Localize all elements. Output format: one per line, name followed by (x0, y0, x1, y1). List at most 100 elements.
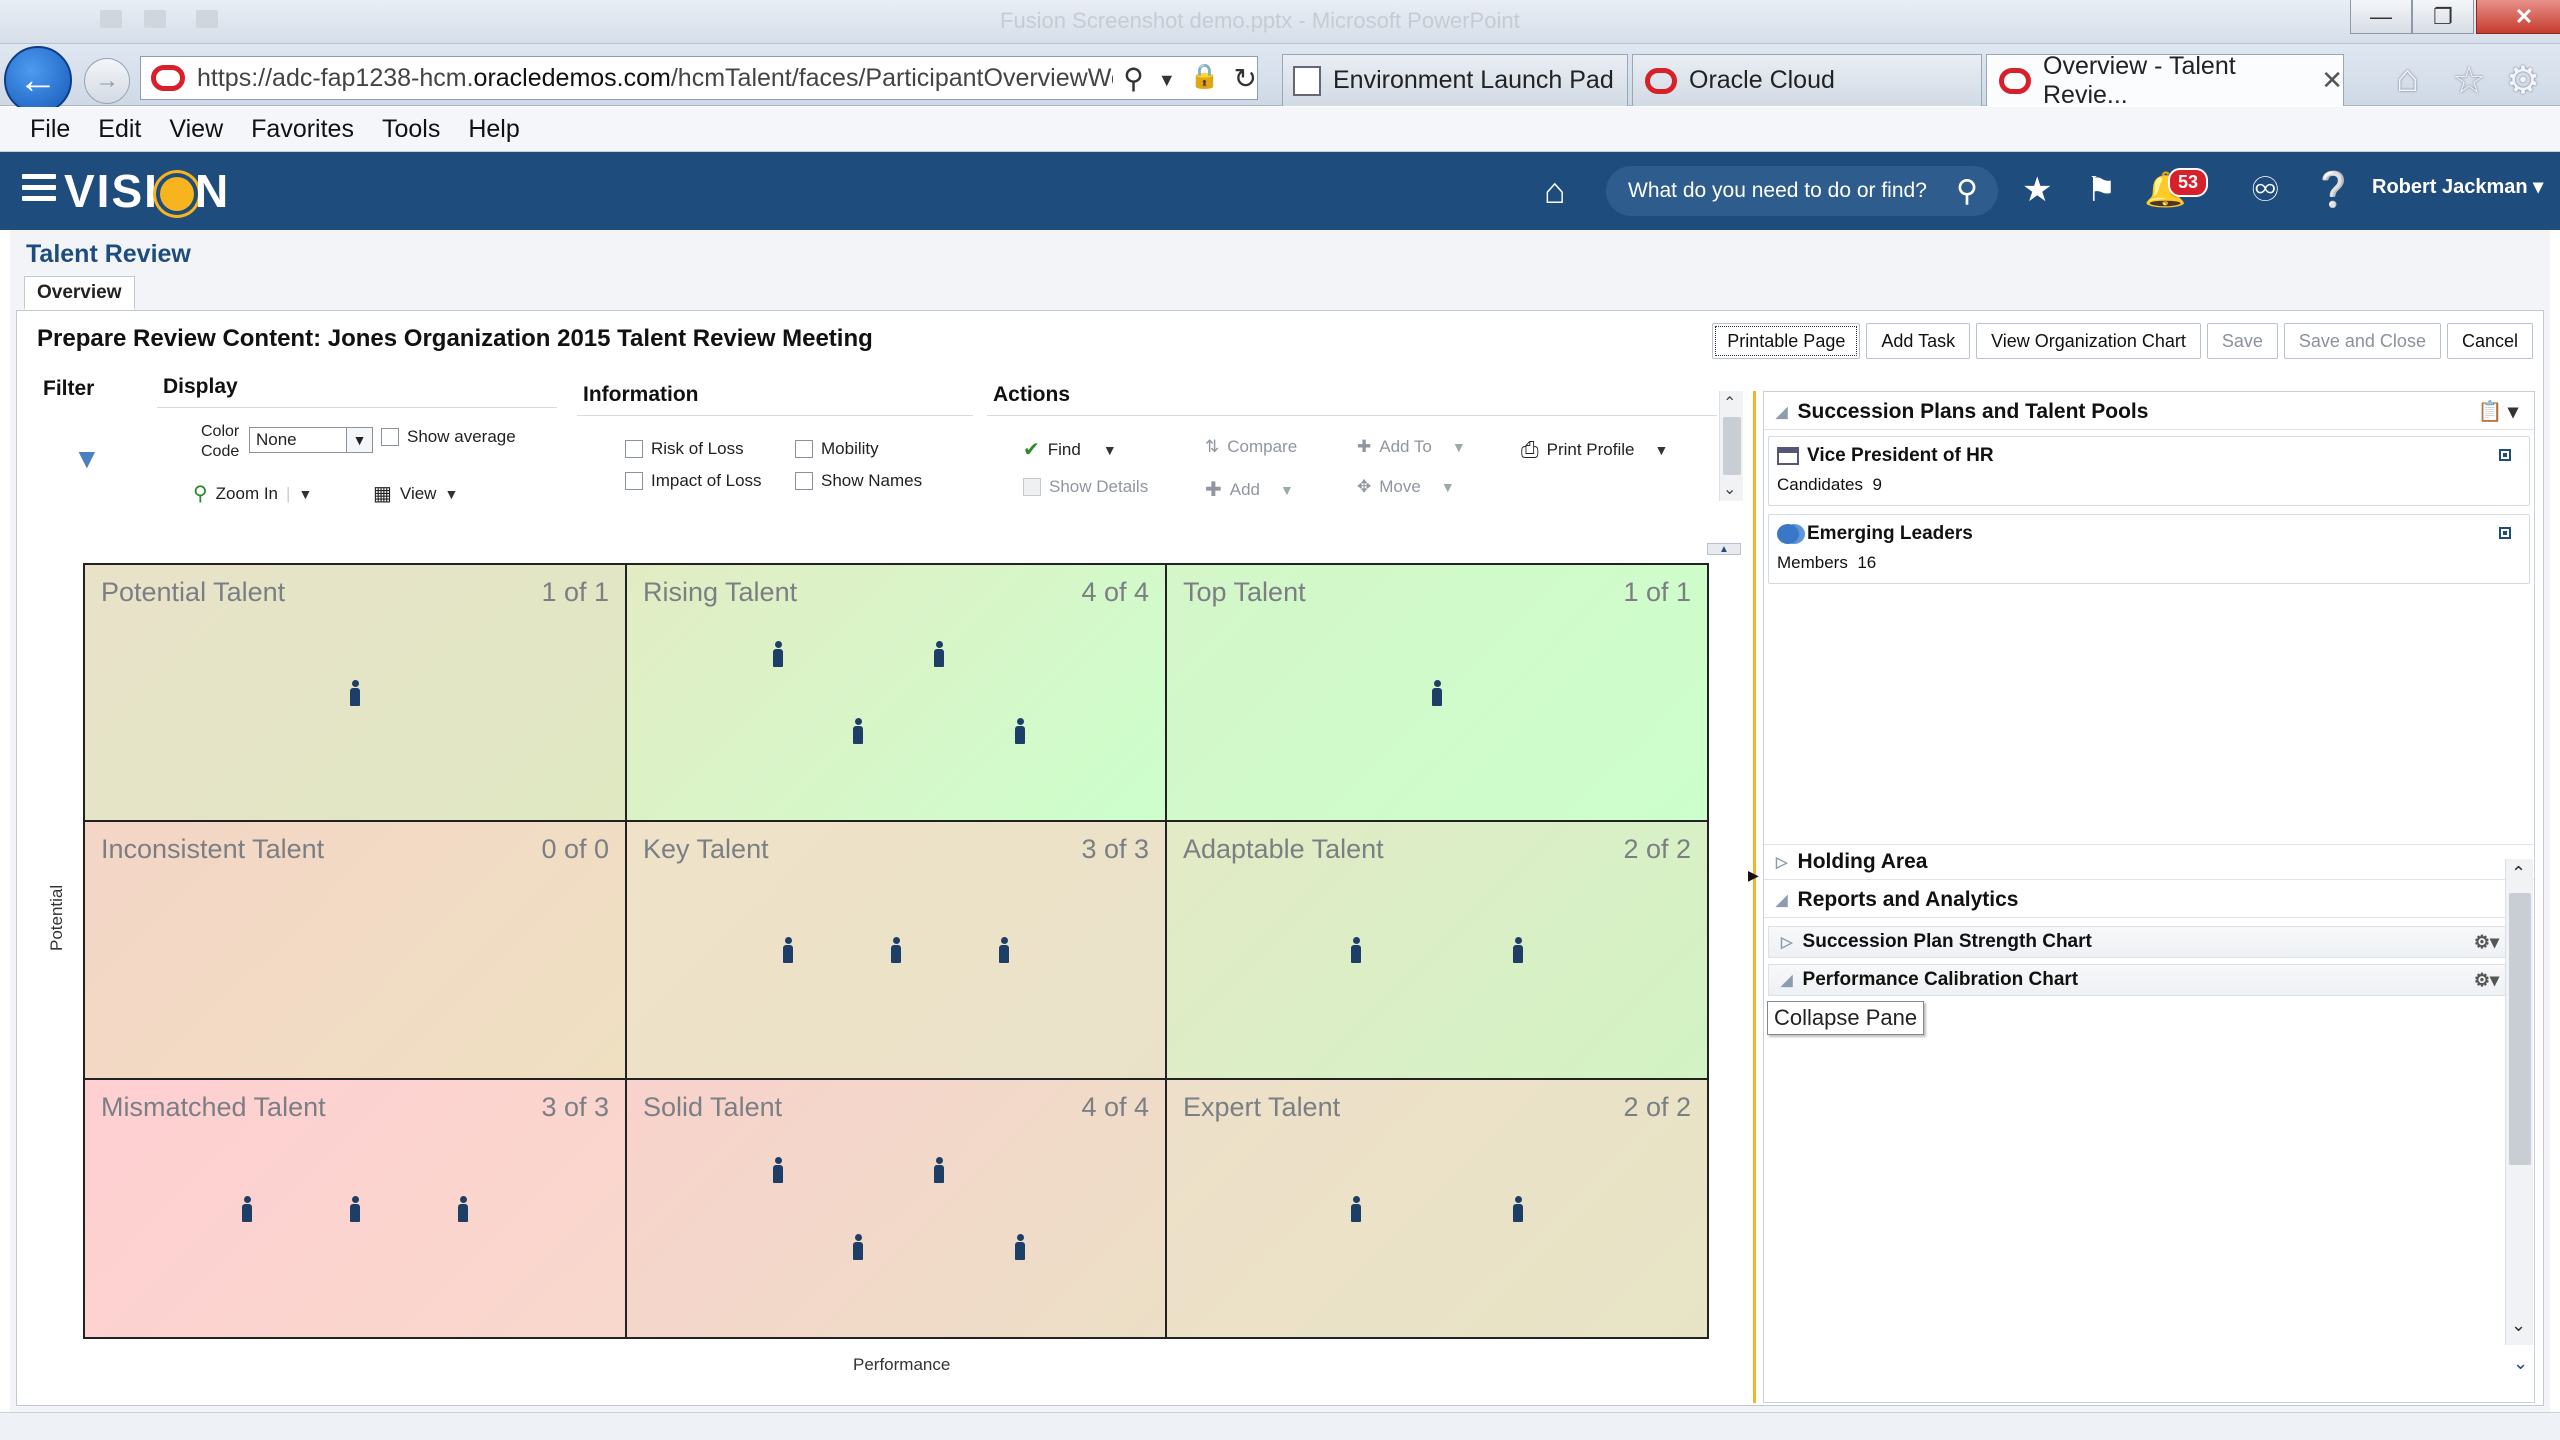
cancel-button[interactable]: Cancel (2446, 323, 2533, 359)
save-and-close-button[interactable]: Save and Close (2283, 323, 2441, 359)
person-icon[interactable] (782, 937, 794, 963)
menu-view[interactable]: View (169, 115, 223, 144)
forward-button[interactable]: → (84, 58, 130, 104)
browser-tab-talent-review[interactable]: Overview - Talent Revie... ✕ (1986, 52, 2344, 109)
tab-overview[interactable]: Overview (24, 276, 135, 310)
holding-area-header[interactable]: ▷ Holding Area (1764, 844, 2534, 880)
move-button[interactable]: ✥ Move ▼ (1357, 477, 1455, 497)
person-icon[interactable] (852, 717, 864, 744)
pane-splitter[interactable] (1753, 391, 1756, 1403)
expand-down-double-chevron-icon[interactable]: ⌄ (2513, 1353, 2528, 1374)
search-input[interactable] (1628, 179, 1948, 203)
view-org-chart-button[interactable]: View Organization Chart (1976, 323, 2201, 359)
talent-pool-card[interactable]: Emerging Leaders Members 16 (1768, 514, 2530, 584)
person-icon[interactable] (1431, 679, 1443, 706)
close-tab-icon[interactable]: ✕ (2321, 65, 2343, 96)
zoom-in-button[interactable]: ⚲ Zoom In | ▼ (193, 481, 312, 506)
minimize-button[interactable]: — (2350, 0, 2412, 34)
maximize-button[interactable]: ❐ (2412, 0, 2474, 34)
dropdown-icon[interactable]: ▼ (1158, 62, 1176, 95)
card-menu-icon[interactable] (2499, 527, 2511, 539)
box-rising-talent[interactable]: Rising Talent 4 of 4 (627, 565, 1167, 822)
home-icon[interactable]: ⌂ (1544, 170, 1584, 211)
menu-edit[interactable]: Edit (98, 115, 141, 144)
menu-tools[interactable]: Tools (382, 115, 440, 144)
menu-help[interactable]: Help (468, 115, 519, 144)
browser-tab-launchpad[interactable]: Environment Launch Pad (1282, 54, 1628, 106)
add-task-button[interactable]: Add Task (1866, 323, 1971, 359)
add-to-button[interactable]: ✚ Add To ▼ (1357, 437, 1466, 457)
color-code-select[interactable]: None ▼ (249, 427, 373, 453)
back-button[interactable]: ← (4, 46, 72, 114)
impact-of-loss-checkbox[interactable]: Impact of Loss (625, 471, 762, 491)
succession-plan-card[interactable]: Vice President of HR Candidates 9 (1768, 436, 2530, 506)
add-button[interactable]: ✚ Add ▼ (1205, 477, 1294, 502)
box-top-talent[interactable]: Top Talent 1 of 1 (1167, 565, 1707, 822)
collapse-pane-arrow-icon[interactable]: ▶ (1748, 867, 1759, 884)
person-icon[interactable] (998, 937, 1010, 963)
home-icon[interactable]: ⌂ (2396, 58, 2419, 101)
menu-file[interactable]: File (30, 115, 70, 144)
toolbar-scrollbar[interactable]: ⌃ ⌄ (1719, 391, 1743, 501)
box-inconsistent-talent[interactable]: Inconsistent Talent 0 of 0 (85, 822, 627, 1080)
succession-section-header[interactable]: ◢ Succession Plans and Talent Pools 📋 ▾ (1764, 394, 2534, 430)
find-button[interactable]: ✔ Find ▼ (1023, 437, 1117, 462)
box-mismatched-talent[interactable]: Mismatched Talent 3 of 3 (85, 1080, 627, 1337)
person-icon[interactable] (349, 1195, 361, 1222)
flag-icon[interactable]: ⚑ (2086, 170, 2116, 210)
browser-tab-oracle-cloud[interactable]: Oracle Cloud (1632, 54, 1982, 106)
print-profile-button[interactable]: ⎙ Print Profile ▼ (1521, 437, 1668, 463)
risk-of-loss-checkbox[interactable]: Risk of Loss (625, 439, 744, 459)
show-average-checkbox[interactable]: Show average (381, 427, 516, 447)
compare-button[interactable]: ⇅ Compare (1205, 437, 1297, 457)
person-icon[interactable] (772, 1156, 784, 1183)
navigator-menu-icon[interactable] (22, 174, 56, 204)
box-expert-talent[interactable]: Expert Talent 2 of 2 (1167, 1080, 1707, 1337)
add-plan-icon[interactable]: 📋 ▾ (2478, 399, 2519, 424)
person-icon[interactable] (933, 1156, 945, 1183)
person-icon[interactable] (933, 641, 945, 668)
help-icon[interactable]: ❔ (2312, 170, 2354, 210)
card-menu-icon[interactable] (2499, 449, 2511, 461)
person-icon[interactable] (772, 641, 784, 668)
box-potential-talent[interactable]: Potential Talent 1 of 1 (85, 565, 627, 822)
save-button[interactable]: Save (2206, 323, 2278, 359)
box-adaptable-talent[interactable]: Adaptable Talent 2 of 2 (1167, 822, 1707, 1080)
user-menu[interactable]: Robert Jackman ▾ (2372, 174, 2543, 199)
person-icon[interactable] (1512, 937, 1524, 963)
vision-logo[interactable]: VISI N (64, 164, 230, 218)
favorites-star-icon[interactable]: ☆ (2452, 58, 2486, 103)
performance-calibration-chart-header[interactable]: ◢ Performance Calibration Chart ⚙▾ (1768, 964, 2508, 996)
person-icon[interactable] (349, 679, 361, 706)
person-icon[interactable] (1350, 937, 1362, 963)
right-panel-scrollbar[interactable]: ⌃ ⌄ (2505, 859, 2533, 1345)
person-icon[interactable] (1014, 717, 1026, 744)
show-names-checkbox[interactable]: Show Names (795, 471, 922, 491)
url-field[interactable]: https://adc-fap1238-hcm.oracledemos.com/… (140, 56, 1258, 100)
collapse-toolbar-button[interactable]: ▲ (1707, 543, 1741, 555)
person-icon[interactable] (890, 937, 902, 963)
filter-funnel-icon[interactable]: ▼ (73, 443, 101, 475)
accessibility-icon[interactable]: ♾ (2250, 170, 2280, 210)
reports-analytics-header[interactable]: ◢ Reports and Analytics (1764, 882, 2534, 918)
mobility-checkbox[interactable]: Mobility (795, 439, 879, 459)
menu-favorites[interactable]: Favorites (251, 115, 354, 144)
person-icon[interactable] (1014, 1234, 1026, 1261)
gear-icon[interactable]: ⚙▾ (2474, 970, 2499, 991)
person-icon[interactable] (852, 1234, 864, 1261)
settings-gear-icon[interactable]: ⚙ (2506, 58, 2540, 103)
favorites-star-icon[interactable]: ★ (2022, 170, 2052, 210)
succession-strength-chart-header[interactable]: ▷ Succession Plan Strength Chart ⚙▾ (1768, 926, 2508, 958)
show-details-checkbox[interactable]: Show Details (1023, 477, 1148, 497)
box-key-talent[interactable]: Key Talent 3 of 3 (627, 822, 1167, 1080)
person-icon[interactable] (241, 1195, 253, 1222)
view-menu-button[interactable]: ▦ View ▼ (373, 481, 458, 506)
refresh-icon[interactable]: ↻ (1234, 62, 1257, 95)
search-icon[interactable]: ⚲ (1956, 174, 1978, 209)
person-icon[interactable] (457, 1195, 469, 1222)
search-icon[interactable]: ⚲ (1123, 62, 1144, 95)
box-solid-talent[interactable]: Solid Talent 4 of 4 (627, 1080, 1167, 1337)
close-window-button[interactable]: ✕ (2476, 0, 2560, 34)
printable-page-button[interactable]: Printable Page (1712, 323, 1861, 359)
person-icon[interactable] (1350, 1195, 1362, 1222)
